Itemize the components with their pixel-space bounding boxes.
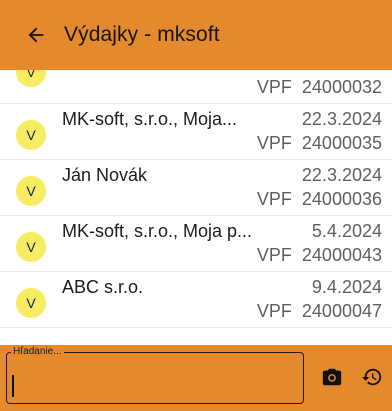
avatar: V — [16, 232, 46, 262]
list-item-name: MK-soft, s.r.o., Moja... — [62, 109, 238, 129]
list-item-doc: VPF 24000032 — [257, 77, 382, 98]
back-button[interactable] — [0, 0, 72, 70]
avatar: V — [16, 120, 46, 150]
app-bar: Výdajky - mksoft — [0, 0, 392, 70]
bottom-bar: Hľadanie... — [0, 345, 392, 411]
list-item-doc: VPF 24000035 — [257, 133, 382, 154]
avatar: V — [16, 288, 46, 318]
doc-type: VPF — [256, 133, 292, 153]
list-item-date: 22.3.2024 — [301, 165, 382, 185]
list-item-doc: VPF 24000043 — [257, 245, 382, 266]
history-icon — [361, 368, 382, 386]
list-item[interactable]: V MK-soft, s.r.o., Moja... 22.3.2024 VPF… — [0, 104, 392, 160]
doc-type: VPF — [256, 189, 292, 209]
list-item[interactable]: V Ján Novák 22.3.2024 VPF 24000036 — [0, 160, 392, 216]
search-field[interactable]: Hľadanie... — [6, 346, 304, 404]
camera-button[interactable] — [318, 363, 346, 391]
list-item-name: ABC s.r.o. — [62, 277, 144, 297]
search-label: Hľadanie... — [11, 346, 64, 358]
arrow-left-icon — [28, 27, 44, 43]
doc-type: VPF — [256, 77, 292, 97]
avatar: V — [16, 70, 46, 87]
text-cursor — [12, 375, 14, 397]
history-button[interactable] — [358, 363, 386, 391]
list-item-date: 5.4.2024 — [311, 221, 382, 241]
camera-icon — [322, 368, 342, 386]
doc-type: VPF — [256, 301, 292, 321]
doc-number: 24000036 — [301, 189, 382, 209]
page-title: Výdajky - mksoft — [64, 23, 220, 46]
doc-number: 24000047 — [301, 301, 382, 321]
list-item-date: 22.3.2024 — [301, 109, 382, 129]
doc-number: 24000032 — [301, 77, 382, 97]
list-item-name: Ján Novák — [62, 165, 148, 185]
list-item[interactable]: V VPF 24000032 — [0, 70, 392, 104]
search-input[interactable] — [9, 367, 299, 397]
list-item-name: MK-soft, s.r.o., Moja p... — [62, 221, 253, 241]
doc-number: 24000035 — [301, 133, 382, 153]
avatar: V — [16, 176, 46, 206]
doc-type: VPF — [256, 245, 292, 265]
list-item-doc: VPF 24000036 — [257, 189, 382, 210]
list-item[interactable]: V MK-soft, s.r.o., Moja p... 5.4.2024 VP… — [0, 216, 392, 272]
doc-number: 24000043 — [301, 245, 382, 265]
document-list[interactable]: V VPF 24000032 V MK-soft, s.r.o., Moja...… — [0, 70, 392, 345]
list-item-date: 9.4.2024 — [311, 277, 382, 297]
list-item[interactable]: V ABC s.r.o. 9.4.2024 VPF 24000047 — [0, 272, 392, 328]
list-item-doc: VPF 24000047 — [257, 301, 382, 322]
